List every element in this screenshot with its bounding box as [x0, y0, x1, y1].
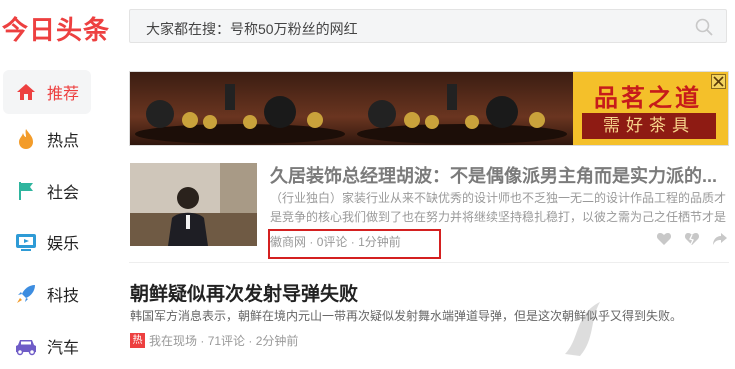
article-title[interactable]: 久居装饰总经理胡波：不是偶像派男主角而是实力派的... [270, 162, 728, 188]
like-icon[interactable] [656, 232, 672, 246]
sidebar-item-label: 热点 [47, 133, 80, 150]
toutiao-logo[interactable]: 今日头条 [2, 10, 110, 47]
meta-separator: · [245, 333, 256, 348]
ad-banner[interactable]: 品茗之道 需好茶具 [129, 71, 729, 146]
car-icon [13, 333, 39, 359]
article-title[interactable]: 朝鲜疑似再次发射导弹失败 [130, 279, 358, 306]
share-icon[interactable] [712, 232, 728, 246]
sidebar-item-label: 汽车 [47, 340, 80, 357]
search-icon[interactable] [694, 17, 714, 37]
article-meta: 热 我在现场 · 71评论 · 2分钟前 [130, 332, 298, 349]
highlight-box [268, 229, 441, 259]
meta-separator: · [197, 333, 208, 348]
article-comments[interactable]: 71评论 [208, 332, 245, 349]
sidebar-item-label: 科技 [47, 288, 80, 305]
article-source[interactable]: 我在现场 [149, 332, 197, 349]
article-divider [129, 262, 729, 263]
article-abstract: （行业独白）家装行业从来不缺优秀的设计师也不乏独一无二的设计作品工程的品质才是竞… [270, 191, 727, 224]
search-bar[interactable]: 大家都在搜：号称50万粉丝的网红 [129, 9, 727, 43]
watermark-stamp [555, 290, 735, 369]
sidebar-item-label: 娱乐 [47, 236, 80, 253]
tv-icon [13, 229, 39, 255]
article-thumbnail[interactable] [130, 163, 257, 246]
dislike-icon[interactable] [684, 232, 700, 246]
hot-badge: 热 [130, 333, 145, 348]
article-time: 2分钟前 [255, 334, 299, 348]
close-icon[interactable] [711, 74, 726, 89]
search-input[interactable]: 大家都在搜：号称50万粉丝的网红 [146, 19, 358, 39]
article-actions [656, 232, 728, 246]
sidebar-item-society[interactable]: 社会 [3, 169, 91, 213]
sidebar-item-auto[interactable]: 汽车 [3, 324, 91, 368]
sidebar-item-entertainment[interactable]: 娱乐 [3, 220, 91, 264]
sidebar-item-tech[interactable]: 科技 [3, 272, 91, 316]
ad-brand-subtitle: 需好茶具 [582, 113, 716, 139]
sidebar-item-label: 推荐 [47, 86, 80, 103]
sidebar-item-hot[interactable]: 热点 [3, 117, 91, 161]
ad-brand-title: 品茗之道 [594, 84, 702, 112]
ad-image-teaset [352, 72, 573, 145]
sidebar-item-recommend[interactable]: 推荐 [3, 70, 91, 114]
home-icon [13, 79, 39, 105]
sidebar-item-label: 社会 [47, 185, 80, 202]
rocket-icon [13, 281, 39, 307]
flag-icon [13, 178, 39, 204]
ad-image-teaset [130, 72, 352, 145]
flame-icon [13, 126, 39, 152]
